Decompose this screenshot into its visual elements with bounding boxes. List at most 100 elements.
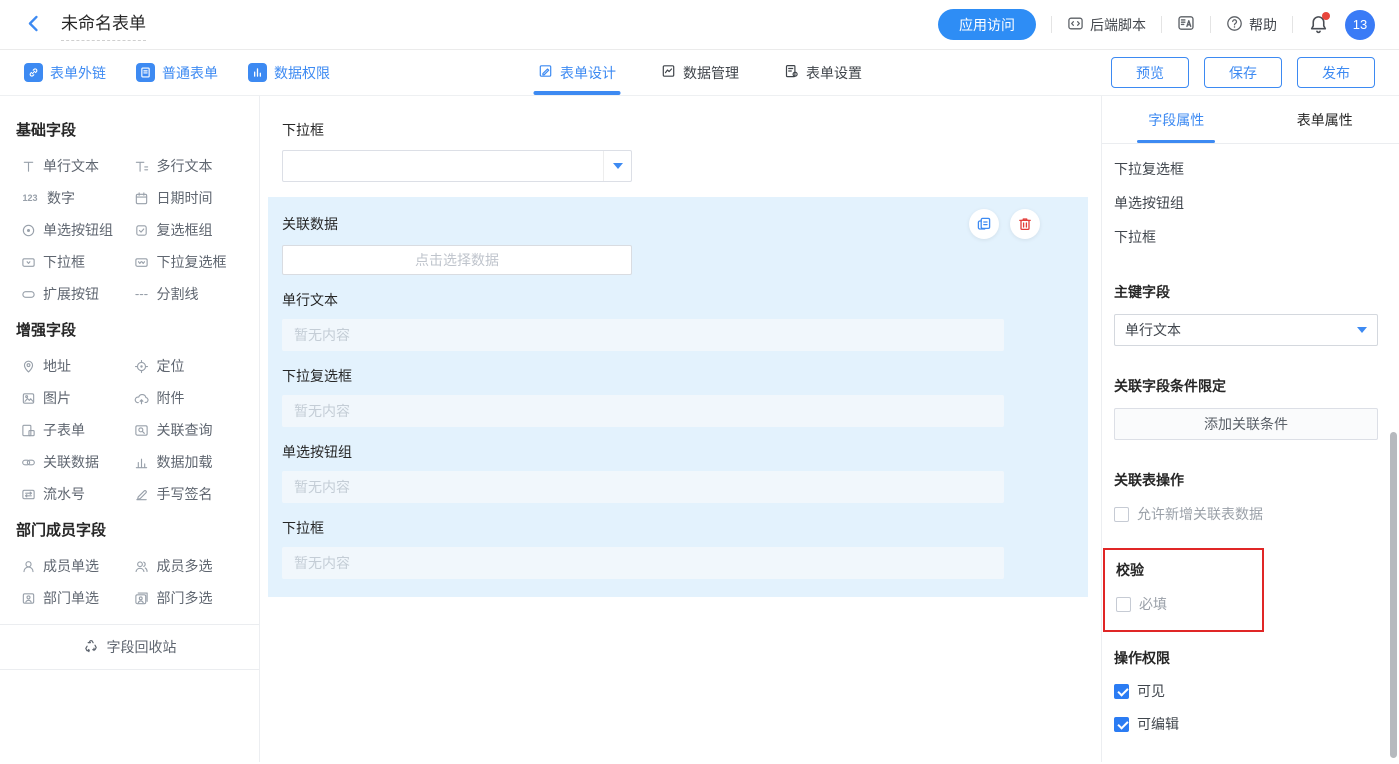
form-title[interactable]: 未命名表单 bbox=[61, 9, 146, 41]
app-access-button[interactable]: 应用访问 bbox=[938, 9, 1036, 40]
copy-field-button[interactable] bbox=[969, 209, 999, 239]
selected-block-fields: 单行文本暂无内容下拉复选框暂无内容单选按钮组暂无内容下拉框暂无内容 bbox=[282, 290, 1074, 579]
sidebar-item-dropdown[interactable]: 下拉框 bbox=[16, 246, 130, 278]
canvas-field-label: 下拉框 bbox=[282, 120, 1088, 140]
block-subfield-input[interactable]: 暂无内容 bbox=[282, 471, 1004, 503]
sidebar-item-label: 手写签名 bbox=[157, 484, 213, 504]
panel-field-list-item[interactable]: 单选按钮组 bbox=[1114, 186, 1378, 220]
selected-field-block[interactable]: 关联数据 点击选择数据 单行文本暂无内容下拉复选框暂无内容单选按钮组暂无内容下拉… bbox=[268, 197, 1088, 597]
tab-form-settings[interactable]: 表单设置 bbox=[783, 50, 862, 95]
add-condition-button[interactable]: 添加关联条件 bbox=[1114, 408, 1378, 440]
checkbox-checked[interactable] bbox=[1114, 684, 1129, 699]
sidebar-item-location[interactable]: 定位 bbox=[130, 350, 244, 382]
block-subfield-input[interactable]: 暂无内容 bbox=[282, 319, 1004, 351]
toolbar-link-external-link[interactable]: 表单外链 bbox=[24, 63, 106, 83]
condition-title: 关联字段条件限定 bbox=[1114, 376, 1378, 396]
sidebar-item-divider-line[interactable]: 分割线 bbox=[130, 278, 244, 310]
panel-field-list-item[interactable]: 下拉框 bbox=[1114, 220, 1378, 254]
attachment-icon bbox=[134, 391, 150, 406]
dept-single-icon bbox=[20, 591, 36, 606]
sidebar-item-label: 日期时间 bbox=[157, 188, 213, 208]
sidebar-item-dept-single[interactable]: 部门单选 bbox=[16, 582, 130, 614]
sidebar-item-expand-button[interactable]: 扩展按钮 bbox=[16, 278, 130, 310]
primary-key-value: 单行文本 bbox=[1125, 320, 1357, 340]
tab-label: 表单设计 bbox=[560, 63, 616, 83]
sidebar-item-related-query[interactable]: 关联查询 bbox=[130, 414, 244, 446]
sidebar-item-serial-number[interactable]: 流水号 bbox=[16, 478, 130, 510]
sidebar-item-datetime[interactable]: 日期时间 bbox=[130, 182, 244, 214]
preview-button[interactable]: 预览 bbox=[1111, 57, 1189, 88]
sidebar-item-label: 子表单 bbox=[43, 420, 85, 440]
sidebar-item-dropdown-multi[interactable]: 下拉复选框 bbox=[130, 246, 244, 278]
permission-checkbox-row[interactable]: 可见 bbox=[1114, 681, 1378, 701]
chevron-down-icon bbox=[1357, 327, 1367, 333]
required-checkbox-row[interactable]: 必填 bbox=[1116, 594, 1251, 614]
sidebar-item-image[interactable]: 图片 bbox=[16, 382, 130, 414]
sidebar-item-attachment[interactable]: 附件 bbox=[130, 382, 244, 414]
sidebar-item-label: 流水号 bbox=[43, 484, 85, 504]
toolbar-link-plain-form[interactable]: 普通表单 bbox=[136, 63, 218, 83]
tab-data-manage[interactable]: 数据管理 bbox=[660, 50, 739, 95]
sidebar-item-member-single[interactable]: 成员单选 bbox=[16, 550, 130, 582]
related-query-icon bbox=[134, 423, 150, 438]
sidebar-item-number[interactable]: 123数字 bbox=[16, 182, 130, 214]
tab-form-properties[interactable]: 表单属性 bbox=[1251, 96, 1399, 143]
expand-button-icon bbox=[20, 287, 36, 302]
publish-button[interactable]: 发布 bbox=[1297, 57, 1375, 88]
sidebar-item-label: 部门单选 bbox=[43, 588, 99, 608]
data-picker-input[interactable]: 点击选择数据 bbox=[282, 245, 632, 275]
delete-field-button[interactable] bbox=[1010, 209, 1040, 239]
panel-field-list-item[interactable]: 下拉复选框 bbox=[1114, 152, 1378, 186]
sidebar-item-checkbox-group[interactable]: 复选框组 bbox=[130, 214, 244, 246]
sidebar-item-label: 扩展按钮 bbox=[43, 284, 99, 304]
single-line-text-icon bbox=[20, 159, 36, 174]
allow-add-related-checkbox-row[interactable]: 允许新增关联表数据 bbox=[1114, 504, 1378, 524]
primary-key-select[interactable]: 单行文本 bbox=[1114, 314, 1378, 346]
help-button[interactable]: 帮助 bbox=[1226, 15, 1277, 35]
toolbar-link-label: 普通表单 bbox=[162, 63, 218, 83]
code-icon bbox=[1067, 15, 1084, 35]
sidebar-item-dept-multi[interactable]: 部门多选 bbox=[130, 582, 244, 614]
language-button[interactable] bbox=[1177, 14, 1195, 35]
sidebar-item-label: 下拉框 bbox=[43, 252, 85, 272]
backend-script-button[interactable]: 后端脚本 bbox=[1067, 15, 1146, 35]
sidebar-item-single-line-text[interactable]: 单行文本 bbox=[16, 150, 130, 182]
notification-dot bbox=[1322, 12, 1330, 20]
checkbox-unchecked[interactable] bbox=[1114, 507, 1129, 522]
recycle-bin-label: 字段回收站 bbox=[107, 637, 177, 657]
tab-field-properties[interactable]: 字段属性 bbox=[1102, 96, 1251, 143]
sidebar-item-signature[interactable]: 手写签名 bbox=[130, 478, 244, 510]
chevron-down-icon bbox=[603, 151, 631, 181]
save-button[interactable]: 保存 bbox=[1204, 57, 1282, 88]
form-canvas[interactable]: 下拉框 关联数据 点击选择数据 bbox=[260, 96, 1101, 762]
sidebar-item-member-multi[interactable]: 成员多选 bbox=[130, 550, 244, 582]
back-button[interactable] bbox=[24, 14, 43, 36]
toolbar-link-label: 数据权限 bbox=[274, 63, 330, 83]
sidebar-item-label: 图片 bbox=[43, 388, 71, 408]
notification-button[interactable] bbox=[1308, 14, 1329, 35]
sidebar-item-data-load[interactable]: 数据加载 bbox=[130, 446, 244, 478]
sidebar-item-label: 成员单选 bbox=[43, 556, 99, 576]
sidebar-item-subform[interactable]: 子表单 bbox=[16, 414, 130, 446]
toolbar-link-data-permission[interactable]: 数据权限 bbox=[248, 63, 330, 83]
sidebar-item-related-data[interactable]: 关联数据 bbox=[16, 446, 130, 478]
canvas-dropdown-select[interactable] bbox=[282, 150, 632, 182]
sidebar-item-radio-group[interactable]: 单选按钮组 bbox=[16, 214, 130, 246]
sidebar-item-label: 关联数据 bbox=[43, 452, 99, 472]
page: 未命名表单 应用访问 后端脚本 帮助 bbox=[0, 0, 1399, 764]
block-subfield-input[interactable]: 暂无内容 bbox=[282, 547, 1004, 579]
field-recycle-bin[interactable]: 字段回收站 bbox=[16, 625, 243, 669]
block-subfield-input[interactable]: 暂无内容 bbox=[282, 395, 1004, 427]
avatar[interactable]: 13 bbox=[1345, 10, 1375, 40]
tab-form-design[interactable]: 表单设计 bbox=[537, 50, 616, 95]
permission-title: 操作权限 bbox=[1114, 648, 1378, 668]
sidebar-item-multi-line-text[interactable]: 多行文本 bbox=[130, 150, 244, 182]
backend-script-label: 后端脚本 bbox=[1090, 15, 1146, 35]
checkbox-unchecked[interactable] bbox=[1116, 597, 1131, 612]
checkbox-checked[interactable] bbox=[1114, 717, 1129, 732]
table-ops-title: 关联表操作 bbox=[1114, 470, 1378, 490]
sidebar-item-address[interactable]: 地址 bbox=[16, 350, 130, 382]
permission-checkbox-row[interactable]: 可编辑 bbox=[1114, 714, 1378, 734]
checkbox-label: 允许新增关联表数据 bbox=[1137, 504, 1263, 524]
panel-scrollbar[interactable] bbox=[1390, 432, 1397, 758]
